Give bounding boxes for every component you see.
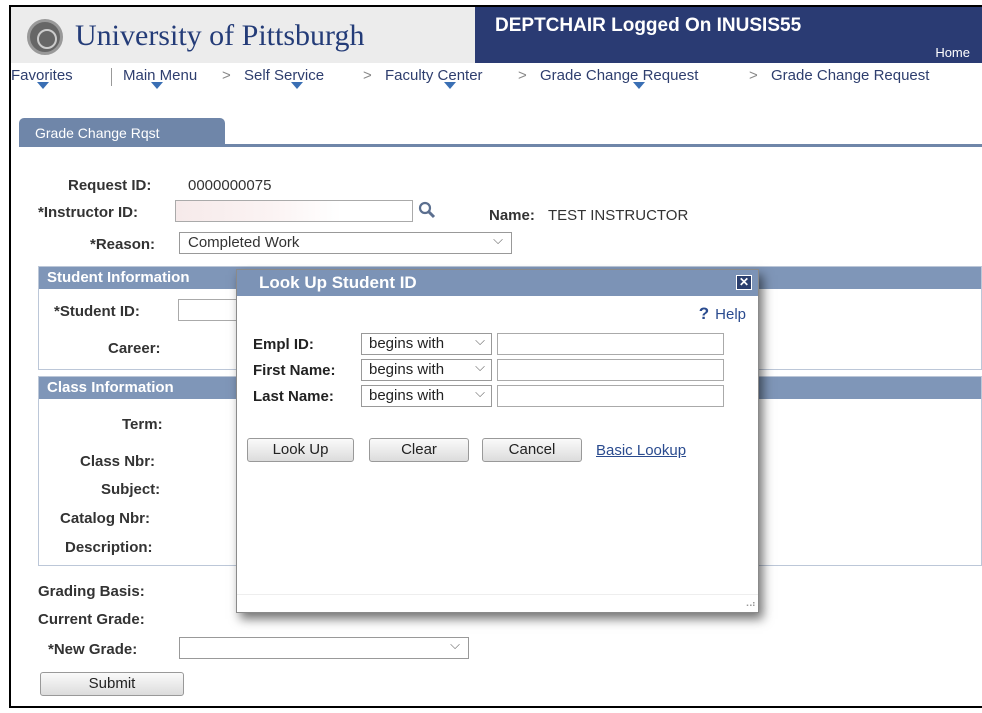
reason-select-value: Completed Work <box>188 234 300 251</box>
basic-lookup-link[interactable]: Basic Lookup <box>596 442 686 459</box>
instructor-id-input[interactable] <box>175 200 413 222</box>
grading-basis-label: Grading Basis: <box>38 583 145 600</box>
submit-button[interactable]: Submit <box>40 672 184 696</box>
first-name-operator-select[interactable]: begins with ⌵ <box>361 359 492 381</box>
breadcrumb-grade-change-request-current[interactable]: Grade Change Request <box>771 67 929 84</box>
empl-id-label: Empl ID: <box>253 336 314 353</box>
chevron-down-icon: ⌵ <box>475 385 485 400</box>
grade-change-request-dropdown-icon[interactable] <box>633 82 645 89</box>
lookup-student-id-modal: Look Up Student ID ✕ ? Help Empl ID: begi… <box>236 269 759 613</box>
logged-on-text: DEPTCHAIR Logged On INUSIS55 <box>495 15 802 36</box>
class-nbr-label: Class Nbr: <box>80 453 156 470</box>
look-up-button[interactable]: Look Up <box>247 438 354 462</box>
breadcrumb-separator: > <box>363 67 372 84</box>
catalog-nbr-label: Catalog Nbr: <box>60 510 150 527</box>
modal-footer: ⠠⠴ <box>237 594 758 612</box>
request-id-label: Request ID: <box>68 177 152 194</box>
clear-button[interactable]: Clear <box>369 438 469 462</box>
breadcrumb-separator: > <box>222 67 231 84</box>
instructor-search-icon[interactable] <box>417 200 437 220</box>
last-name-label: Last Name: <box>253 388 334 405</box>
help-link[interactable]: ? Help <box>699 304 746 324</box>
current-grade-label: Current Grade: <box>38 611 145 628</box>
reason-select[interactable]: Completed Work ⌵ <box>179 232 512 254</box>
instructor-name-value: TEST INSTRUCTOR <box>548 207 689 224</box>
description-label: Description: <box>65 539 153 556</box>
favorites-dropdown-icon[interactable] <box>37 82 49 89</box>
help-label: Help <box>715 306 746 323</box>
modal-title-text: Look Up Student ID <box>259 273 417 292</box>
last-name-operator-value: begins with <box>369 387 445 404</box>
home-link[interactable]: Home <box>935 45 970 60</box>
chevron-down-icon: ⌵ <box>493 232 503 247</box>
new-grade-select[interactable]: ⌵ <box>179 637 469 659</box>
new-grade-label: *New Grade: <box>48 641 138 658</box>
first-name-input[interactable] <box>497 359 724 381</box>
close-icon[interactable]: ✕ <box>736 275 752 290</box>
breadcrumb-divider <box>111 68 112 86</box>
tab-grade-change-rqst[interactable]: Grade Change Rqst <box>19 118 225 146</box>
chevron-down-icon: ⌵ <box>475 359 485 374</box>
app-frame: University of Pittsburgh DEPTCHAIR Logge… <box>9 5 982 708</box>
modal-title: Look Up Student ID ✕ <box>237 270 758 296</box>
university-seal-logo <box>27 19 63 55</box>
reason-label: *Reason: <box>90 236 156 253</box>
empl-id-operator-value: begins with <box>369 335 445 352</box>
tab-underline <box>19 144 982 147</box>
university-title: University of Pittsburgh <box>75 19 365 52</box>
login-banner: DEPTCHAIR Logged On INUSIS55 Home <box>475 7 982 63</box>
main-menu-dropdown-icon[interactable] <box>151 82 163 89</box>
cancel-button[interactable]: Cancel <box>482 438 582 462</box>
last-name-operator-select[interactable]: begins with ⌵ <box>361 385 492 407</box>
faculty-center-dropdown-icon[interactable] <box>444 82 456 89</box>
name-label: Name: <box>489 207 535 224</box>
chevron-down-icon: ⌵ <box>475 333 485 348</box>
resize-grip-icon[interactable]: ⠠⠴ <box>742 599 756 610</box>
breadcrumb: Favorites Main Menu > Self Service > Fac… <box>11 67 982 91</box>
self-service-dropdown-icon[interactable] <box>291 82 303 89</box>
request-id-value: 0000000075 <box>188 177 272 194</box>
empl-id-operator-select[interactable]: begins with ⌵ <box>361 333 492 355</box>
first-name-operator-value: begins with <box>369 361 445 378</box>
student-id-input[interactable] <box>178 299 238 321</box>
help-icon: ? <box>698 304 710 323</box>
subject-label: Subject: <box>101 481 161 498</box>
chevron-down-icon: ⌵ <box>450 637 460 652</box>
breadcrumb-faculty-center[interactable]: Faculty Center <box>385 67 483 84</box>
term-label: Term: <box>122 416 163 433</box>
career-label: Career: <box>108 340 161 357</box>
breadcrumb-separator: > <box>518 67 527 84</box>
instructor-id-label: *Instructor ID: <box>38 204 139 221</box>
last-name-input[interactable] <box>497 385 724 407</box>
breadcrumb-self-service[interactable]: Self Service <box>244 67 324 84</box>
empl-id-input[interactable] <box>497 333 724 355</box>
student-id-label: *Student ID: <box>54 303 140 320</box>
breadcrumb-grade-change-request[interactable]: Grade Change Request <box>540 67 698 84</box>
first-name-label: First Name: <box>253 362 336 379</box>
breadcrumb-separator: > <box>749 67 758 84</box>
page-header: University of Pittsburgh DEPTCHAIR Logge… <box>11 7 982 63</box>
